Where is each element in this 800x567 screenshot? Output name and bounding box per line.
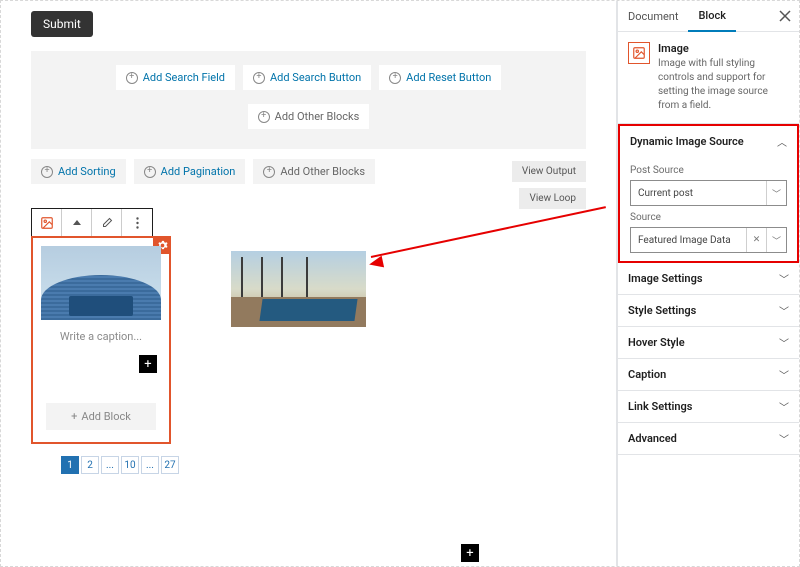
plus-icon: + xyxy=(126,72,138,84)
search-controls-panel: +Add Search Field +Add Search Button +Ad… xyxy=(31,51,586,149)
section-style-settings[interactable]: Style Settings﹀ xyxy=(618,295,799,327)
block-title: Image xyxy=(658,42,789,55)
chevron-up-icon: ︿ xyxy=(777,134,787,149)
source-label: Source xyxy=(630,212,787,223)
add-other-blocks-button[interactable]: +Add Other Blocks xyxy=(253,159,375,184)
post-source-label: Post Source xyxy=(630,165,787,176)
block-summary: Image Image with full styling controls a… xyxy=(618,32,799,124)
block-toolbar xyxy=(31,208,153,238)
page-2[interactable]: 2 xyxy=(81,456,99,474)
page-ellipsis: ... xyxy=(101,456,119,474)
plus-icon: + xyxy=(41,166,53,178)
loop-controls-row: +Add Sorting +Add Pagination +Add Other … xyxy=(31,159,586,184)
sidebar-tabs: Document Block xyxy=(618,1,799,32)
block-inserter-icon[interactable]: + xyxy=(139,355,157,373)
page-10[interactable]: 10 xyxy=(121,456,139,474)
block-inserter-icon[interactable]: + xyxy=(461,544,479,562)
selected-image-block[interactable]: Write a caption... + +Add Block xyxy=(31,236,171,444)
section-dynamic-image-source[interactable]: Dynamic Image Source ︿ xyxy=(620,126,797,157)
plus-icon: + xyxy=(144,166,156,178)
dynamic-image-source-panel: Dynamic Image Source ︿ Post Source Curre… xyxy=(618,124,799,263)
image-block-icon[interactable] xyxy=(32,209,62,237)
plus-icon: + xyxy=(71,410,77,423)
section-link-settings[interactable]: Link Settings﹀ xyxy=(618,391,799,423)
page-27[interactable]: 27 xyxy=(161,456,179,474)
plus-icon: + xyxy=(389,72,401,84)
add-reset-button-button[interactable]: +Add Reset Button xyxy=(379,65,501,90)
chevron-down-icon: ﹀ xyxy=(766,228,786,252)
page-1[interactable]: 1 xyxy=(61,456,79,474)
pagination: 1 2 ... 10 ... 27 xyxy=(61,456,586,474)
tab-document[interactable]: Document xyxy=(618,2,688,31)
caption-input[interactable]: Write a caption... xyxy=(60,330,142,343)
editor-canvas: Submit +Add Search Field +Add Search But… xyxy=(1,1,617,566)
more-options-button[interactable] xyxy=(122,209,152,237)
add-sorting-button[interactable]: +Add Sorting xyxy=(31,159,126,184)
chevron-down-icon: ﹀ xyxy=(779,303,789,318)
edit-button[interactable] xyxy=(92,209,122,237)
image-thumbnail xyxy=(41,246,161,320)
chevron-down-icon: ﹀ xyxy=(779,367,789,382)
post-source-select[interactable]: Current post ﹀ xyxy=(630,180,787,206)
section-advanced[interactable]: Advanced﹀ xyxy=(618,423,799,455)
section-image-settings[interactable]: Image Settings﹀ xyxy=(618,263,799,295)
view-loop-button[interactable]: View Loop xyxy=(519,188,586,209)
plus-icon: + xyxy=(253,72,265,84)
chevron-down-icon: ﹀ xyxy=(779,271,789,286)
add-block-button[interactable]: +Add Block xyxy=(46,403,156,430)
move-up-button[interactable] xyxy=(62,209,92,237)
section-caption[interactable]: Caption﹀ xyxy=(618,359,799,391)
chevron-down-icon: ﹀ xyxy=(766,181,786,205)
view-output-button[interactable]: View Output xyxy=(512,161,586,182)
plus-icon: + xyxy=(258,111,270,123)
image-thumbnail-2[interactable] xyxy=(231,251,366,327)
add-other-blocks-button[interactable]: +Add Other Blocks xyxy=(248,104,370,129)
page-ellipsis: ... xyxy=(141,456,159,474)
submit-button[interactable]: Submit xyxy=(31,11,93,37)
add-search-button-button[interactable]: +Add Search Button xyxy=(243,65,371,90)
settings-sidebar: Document Block Image Image with full sty… xyxy=(617,1,799,566)
plus-icon: + xyxy=(263,166,275,178)
chevron-down-icon: ﹀ xyxy=(779,399,789,414)
source-select[interactable]: Featured Image Data ✕ ﹀ xyxy=(630,227,787,253)
close-sidebar-button[interactable] xyxy=(771,4,799,28)
section-hover-style[interactable]: Hover Style﹀ xyxy=(618,327,799,359)
image-block-icon xyxy=(628,42,650,64)
add-search-field-button[interactable]: +Add Search Field xyxy=(116,65,235,90)
add-pagination-button[interactable]: +Add Pagination xyxy=(134,159,246,184)
clear-icon[interactable]: ✕ xyxy=(746,228,766,252)
chevron-down-icon: ﹀ xyxy=(779,335,789,350)
chevron-down-icon: ﹀ xyxy=(779,431,789,446)
tab-block[interactable]: Block xyxy=(688,1,735,32)
block-description: Image with full styling controls and sup… xyxy=(658,57,789,113)
